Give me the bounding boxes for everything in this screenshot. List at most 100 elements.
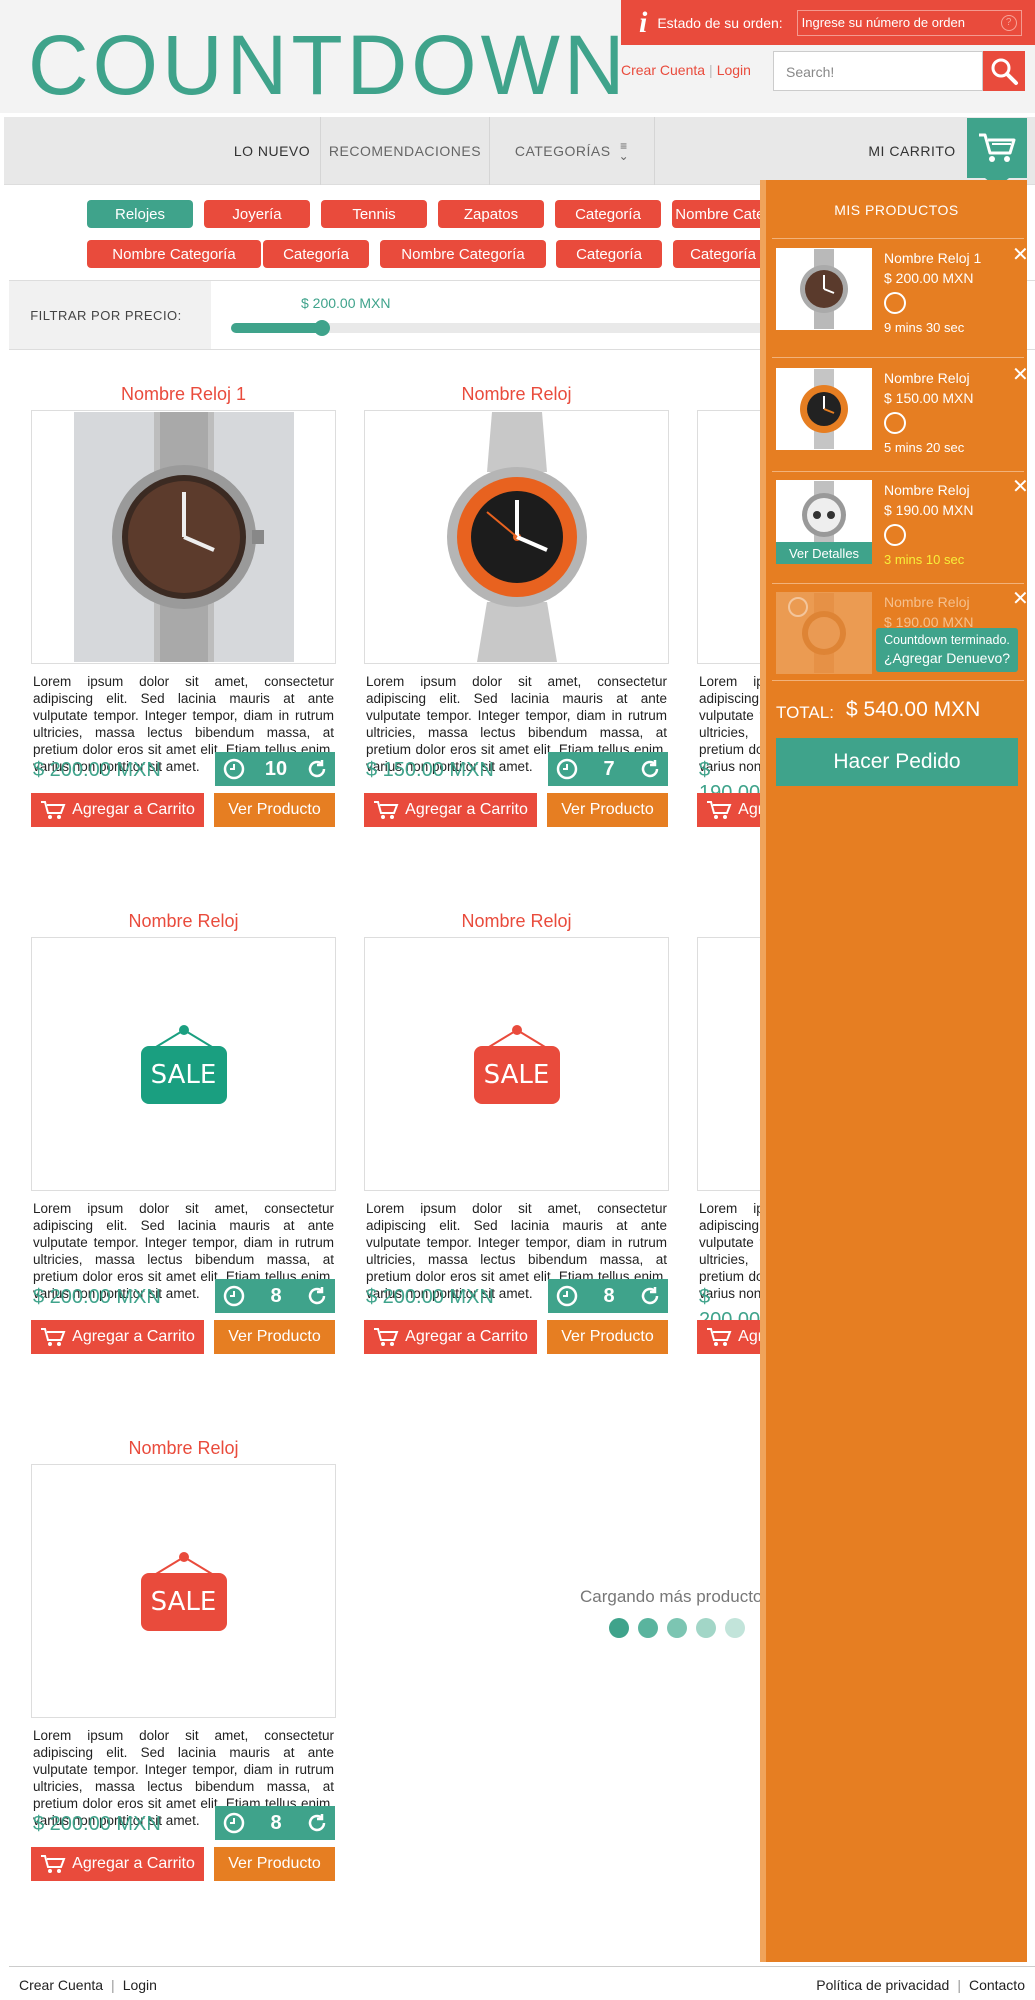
view-product-button[interactable]: Ver Producto [547,793,668,827]
search-input[interactable]: Search! [773,51,983,91]
cart-icon [707,1328,732,1346]
price-filter-label: FILTRAR POR PRECIO: [30,307,182,323]
clock-icon [884,412,906,434]
add-to-cart-button[interactable]: Agregar a Carrito [31,1320,204,1354]
category-chip[interactable]: Nombre Categoría [380,240,546,268]
category-chip[interactable]: Categoría [555,200,661,228]
product-card: Nombre RelojLorem ipsum dolor sit amet, … [697,384,760,834]
add-to-cart-button[interactable]: Agregar a Carrito [31,793,204,827]
cart-button[interactable] [967,118,1027,178]
order-number-input[interactable]: Ingrese su número de orden ? [796,9,1022,36]
product-countdown: 7 [548,752,668,786]
loading-more-text: Cargando más productos [580,1587,771,1606]
remove-item-icon[interactable]: ✕ [1012,586,1029,611]
cart-item[interactable]: Nombre Reloj $ 150.00 MXN 5 mins 20 sec … [776,364,1029,468]
cart-item-price: $ 200.00 MXN [884,270,974,286]
add-again-button[interactable]: Countdown terminado. ¿Agregar Denuevo? [876,628,1018,672]
product-image[interactable]: SALE [697,937,760,1191]
nav-categories[interactable]: CATEGORÍAS ≡ ⌄ [490,117,654,185]
countdown-value: 8 [270,1811,282,1834]
view-product-button[interactable]: Ver Producto [214,1847,335,1881]
loading-dot [696,1618,716,1638]
category-chip[interactable]: Zapatos [438,200,544,228]
place-order-button[interactable]: Hacer Pedido [776,738,1018,786]
view-product-button[interactable]: Ver Producto [214,1320,335,1354]
loading-dot [638,1618,658,1638]
product-name[interactable]: Nombre Reloj [31,1438,336,1459]
cart-icon [707,801,732,819]
refresh-icon[interactable] [306,1812,328,1834]
category-chip[interactable]: Nombre Categoría [87,240,261,268]
add-to-cart-button[interactable]: Agregar a Carrito [697,793,760,827]
view-product-button[interactable]: Ver Producto [214,793,335,827]
remove-item-icon[interactable]: ✕ [1012,242,1029,267]
cart-item[interactable]: Nombre Reloj 1 $ 200.00 MXN 9 mins 30 se… [776,244,1029,348]
product-image[interactable]: SALE [364,937,669,1191]
cart-item-image [776,592,872,674]
create-account-link[interactable]: Crear Cuenta [621,62,705,78]
product-image[interactable]: SALE [31,1464,336,1718]
product-price: $ 200.00 MXN [366,1286,494,1308]
product-name[interactable]: Nombre Reloj [697,911,760,932]
product-name[interactable]: Nombre Reloj [364,384,669,405]
refresh-icon[interactable] [639,1285,661,1307]
category-chip[interactable]: Joyería [204,200,310,228]
cart-item-countdown: 9 mins 30 sec [884,320,965,335]
search-button[interactable] [983,51,1025,91]
refresh-icon[interactable] [306,1285,328,1307]
cart-item-price: $ 150.00 MXN [884,390,974,406]
view-product-button[interactable]: Ver Producto [547,1320,668,1354]
refresh-icon[interactable] [306,758,328,780]
slider-handle[interactable] [314,320,330,336]
login-link[interactable]: Login [717,62,751,78]
product-image[interactable] [697,410,760,664]
product-image[interactable] [31,410,336,664]
product-image[interactable] [364,410,669,664]
add-to-cart-label: Agregar a Carrito [72,801,195,818]
product-image[interactable]: SALE [31,937,336,1191]
add-to-cart-label: Agregar a Carrito [72,1855,195,1872]
category-chip[interactable]: Categoría [673,240,773,268]
product-countdown: 8 [215,1279,335,1313]
product-name[interactable]: Nombre Reloj [364,911,669,932]
product-price: $ 200.00 MXN [33,1813,161,1835]
countdown-finished-text: Countdown terminado. [884,633,1010,647]
sale-sign-icon: SALE [139,1551,229,1631]
cart-icon [41,801,66,819]
menu-icon: ≡ ⌄ [618,139,630,163]
add-to-cart-label: Agregar a Carrito [72,1328,195,1345]
cart-panel: MIS PRODUCTOS Nombre Reloj 1 $ 200.00 MX… [760,180,1029,1962]
order-status-bar: i Estado de su orden: Ingrese su número … [621,0,1035,45]
add-to-cart-button[interactable]: Agregar a Carrito [364,793,537,827]
help-icon[interactable]: ? [1000,14,1017,31]
refresh-icon[interactable] [639,758,661,780]
logo[interactable]: COUNTDOWN [28,20,629,110]
nav-cart[interactable]: MI CARRITO [864,117,960,185]
product-name[interactable]: Nombre Reloj [697,384,760,405]
add-to-cart-button[interactable]: Agregar a Carrito [364,1320,537,1354]
sale-sign-icon: SALE [472,1024,562,1104]
category-chip[interactable]: Categoría [263,240,369,268]
clock-icon [884,524,906,546]
add-to-cart-label: Agregar a Carrito [738,801,760,818]
category-chip[interactable]: Relojes [87,200,193,228]
product-name[interactable]: Nombre Reloj [31,911,336,932]
add-to-cart-button[interactable]: Agregar a Carrito [697,1320,760,1354]
add-to-cart-button[interactable]: Agregar a Carrito [31,1847,204,1881]
cart-item-countdown: 3 mins 10 sec [884,552,965,567]
total-value: $ 540.00 MXN [846,698,981,721]
product-name[interactable]: Nombre Reloj 1 [31,384,336,405]
category-chip[interactable]: Categoría [556,240,662,268]
nav-recommendations[interactable]: RECOMENDACIONES [321,117,489,185]
cart-item[interactable]: Ver Detalles Nombre Reloj $ 190.00 MXN 3… [776,476,1029,580]
remove-item-icon[interactable]: ✕ [1012,362,1029,387]
cart-item-expired[interactable]: Nombre Reloj $ 190.00 MXN Countdown term… [776,588,1029,692]
nav-new[interactable]: LO NUEVO [224,117,320,185]
footer-create-account-link[interactable]: Crear Cuenta [19,1977,103,1993]
view-details-button[interactable]: Ver Detalles [776,542,872,564]
footer-login-link[interactable]: Login [123,1977,157,1993]
remove-item-icon[interactable]: ✕ [1012,474,1029,499]
category-chip[interactable]: Tennis [321,200,427,228]
contact-link[interactable]: Contacto [969,1977,1025,1993]
privacy-policy-link[interactable]: Política de privacidad [816,1977,949,1993]
